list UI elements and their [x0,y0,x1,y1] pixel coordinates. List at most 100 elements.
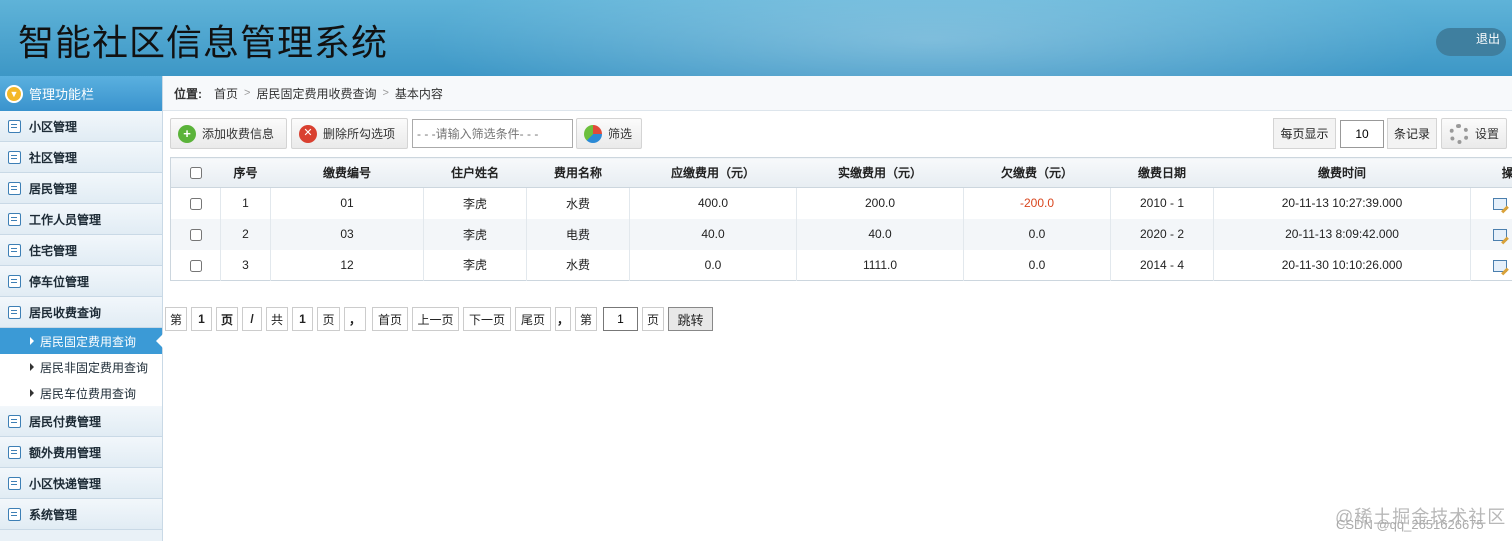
sidebar-item-extra-fee[interactable]: 额外费用管理 [0,437,162,468]
sidebar-subitem-label: 居民非固定费用查询 [40,360,149,375]
sidebar-item-community[interactable]: 小区管理 [0,111,162,142]
sidebar-item-residents[interactable]: 居民管理 [0,173,162,204]
table-cell: 0.0 [963,249,1111,281]
delete-selected-label: 删除所勾选项 [323,127,396,141]
filter-input[interactable] [412,119,573,148]
column-header: 欠缴费（元） [963,157,1111,188]
column-header: 序号 [220,157,271,188]
row-checkbox[interactable] [189,228,202,241]
sidebar-subitem-label: 居民车位费用查询 [40,386,137,401]
next-page-button[interactable]: 下一页 [463,307,511,331]
sidebar-item-label: 小区管理 [29,119,78,134]
calendar-icon [8,243,21,257]
caret-right-icon [30,363,34,371]
prev-page-button[interactable]: 上一页 [412,307,459,331]
pager-di2: 第 [575,307,597,331]
gear-icon [1449,123,1469,144]
table-cell: 40.0 [629,218,797,250]
row-checkbox[interactable] [189,198,202,211]
edit-icon[interactable] [1493,228,1507,241]
breadcrumb-section[interactable]: 居民固定费用收费查询 [256,85,376,102]
sidebar-item-express[interactable]: 小区快递管理 [0,468,162,499]
table-cell: 1 [220,187,271,219]
sidebar-item-label: 系统管理 [29,507,78,522]
app-header: 智能社区信息管理系统 退出 [0,0,1512,76]
watermark-csdn: CSDN @qq_2651626675 [1336,517,1484,532]
sidebar-item-label: 额外费用管理 [29,445,102,460]
edit-icon[interactable] [1493,198,1507,211]
chevron-right-icon: > [382,87,389,99]
calendar-icon [8,305,21,319]
pager-gong: 共 [266,307,288,331]
filter-button[interactable]: 筛选 [576,118,642,149]
breadcrumb: 位置: 首页 > 居民固定费用收费查询 > 基本内容 [163,76,1512,111]
row-select-cell [170,187,221,219]
table-cell: 12 [270,249,424,281]
pager-ye: 页 [216,307,238,331]
edit-icon [8,181,21,195]
per-page-input[interactable] [1340,120,1384,148]
column-header: 应缴费用（元） [629,157,797,188]
table-row: 2 03 李虎 电费 40.0 40.0 0.0 2020 - 2 20-11-… [170,218,1512,250]
jump-button[interactable]: 跳转 [668,307,713,331]
sidebar-header[interactable]: ▼ 管理功能栏 [0,76,162,111]
table-cell: 01 [270,187,424,219]
calendar-icon [8,476,21,490]
jump-page-input[interactable] [603,307,638,331]
add-fee-label: 添加收费信息 [202,127,275,141]
row-checkbox[interactable] [189,259,202,272]
add-fee-button[interactable]: + 添加收费信息 [170,118,287,149]
select-all-cell [170,157,221,188]
delete-selected-button[interactable]: ✕ 删除所勾选项 [291,118,408,149]
table-cell: 200.0 [796,187,964,219]
table-row: 1 01 李虎 水费 400.0 200.0 -200.0 2010 - 1 2… [170,187,1512,219]
sidebar-subitem-fixed-fee[interactable]: 居民固定费用查询 [0,328,163,354]
breadcrumb-home[interactable]: 首页 [214,85,238,102]
calendar-icon [8,445,21,459]
table-cell: 20-11-30 10:10:26.000 [1213,249,1471,281]
row-select-cell [170,249,221,281]
table-cell: -200.0 [963,187,1111,219]
records-label: 条记录 [1387,118,1437,149]
table-cell: 03 [270,218,424,250]
sidebar-item-housing[interactable]: 住宅管理 [0,235,162,266]
calendar-icon [8,274,21,288]
sidebar-item-label: 住宅管理 [29,243,78,258]
sidebar-item-parking[interactable]: 停车位管理 [0,266,162,297]
sidebar-item-fee-query[interactable]: 居民收费查询 [0,297,162,328]
table-cell: 李虎 [423,249,527,281]
pager-total-pages: 1 [292,307,313,331]
pager-di: 第 [165,307,187,331]
last-page-button[interactable]: 尾页 [515,307,551,331]
table-cell: 2020 - 2 [1110,218,1214,250]
actions-cell [1471,250,1512,281]
pie-chart-icon [584,124,602,143]
sidebar-item-system[interactable]: 系统管理 [0,499,162,530]
toolbar: + 添加收费信息 ✕ 删除所勾选项 筛选 每页显示 条记录 设置 [170,118,1507,150]
column-header: 住户姓名 [423,157,527,188]
sidebar-subitem-parking-fee[interactable]: 居民车位费用查询 [0,380,162,406]
sidebar-item-society[interactable]: 社区管理 [0,142,162,173]
select-all-checkbox[interactable] [189,167,202,180]
sidebar-item-label: 居民管理 [29,181,78,196]
first-page-button[interactable]: 首页 [372,307,408,331]
actions-cell [1471,188,1512,219]
pager-ye3: 页 [642,307,664,331]
logout-label: 退出 [1475,32,1500,46]
edit-icon[interactable] [1493,259,1507,272]
logout-button[interactable]: 退出 [1436,28,1506,56]
sidebar-subitem-nonfixed-fee[interactable]: 居民非固定费用查询 [0,354,162,380]
column-header: 缴费时间 [1213,157,1471,188]
settings-button[interactable]: 设置 [1441,118,1507,149]
plus-icon: + [178,124,196,143]
pager-comma2: ， [555,307,571,331]
pager-current-page: 1 [191,307,212,331]
sidebar-item-payment[interactable]: 居民付费管理 [0,406,162,437]
caret-right-icon [30,389,34,397]
table-cell: 水费 [526,187,630,219]
sidebar-item-staff[interactable]: 工作人员管理 [0,204,162,235]
column-header: 费用名称 [526,157,630,188]
table-cell: 0.0 [629,249,797,281]
sidebar-item-label: 小区快递管理 [29,476,102,491]
fee-table: 序号 缴费编号 住户姓名 费用名称 应缴费用（元） 实缴费用（元） 欠缴费（元）… [170,157,1512,281]
